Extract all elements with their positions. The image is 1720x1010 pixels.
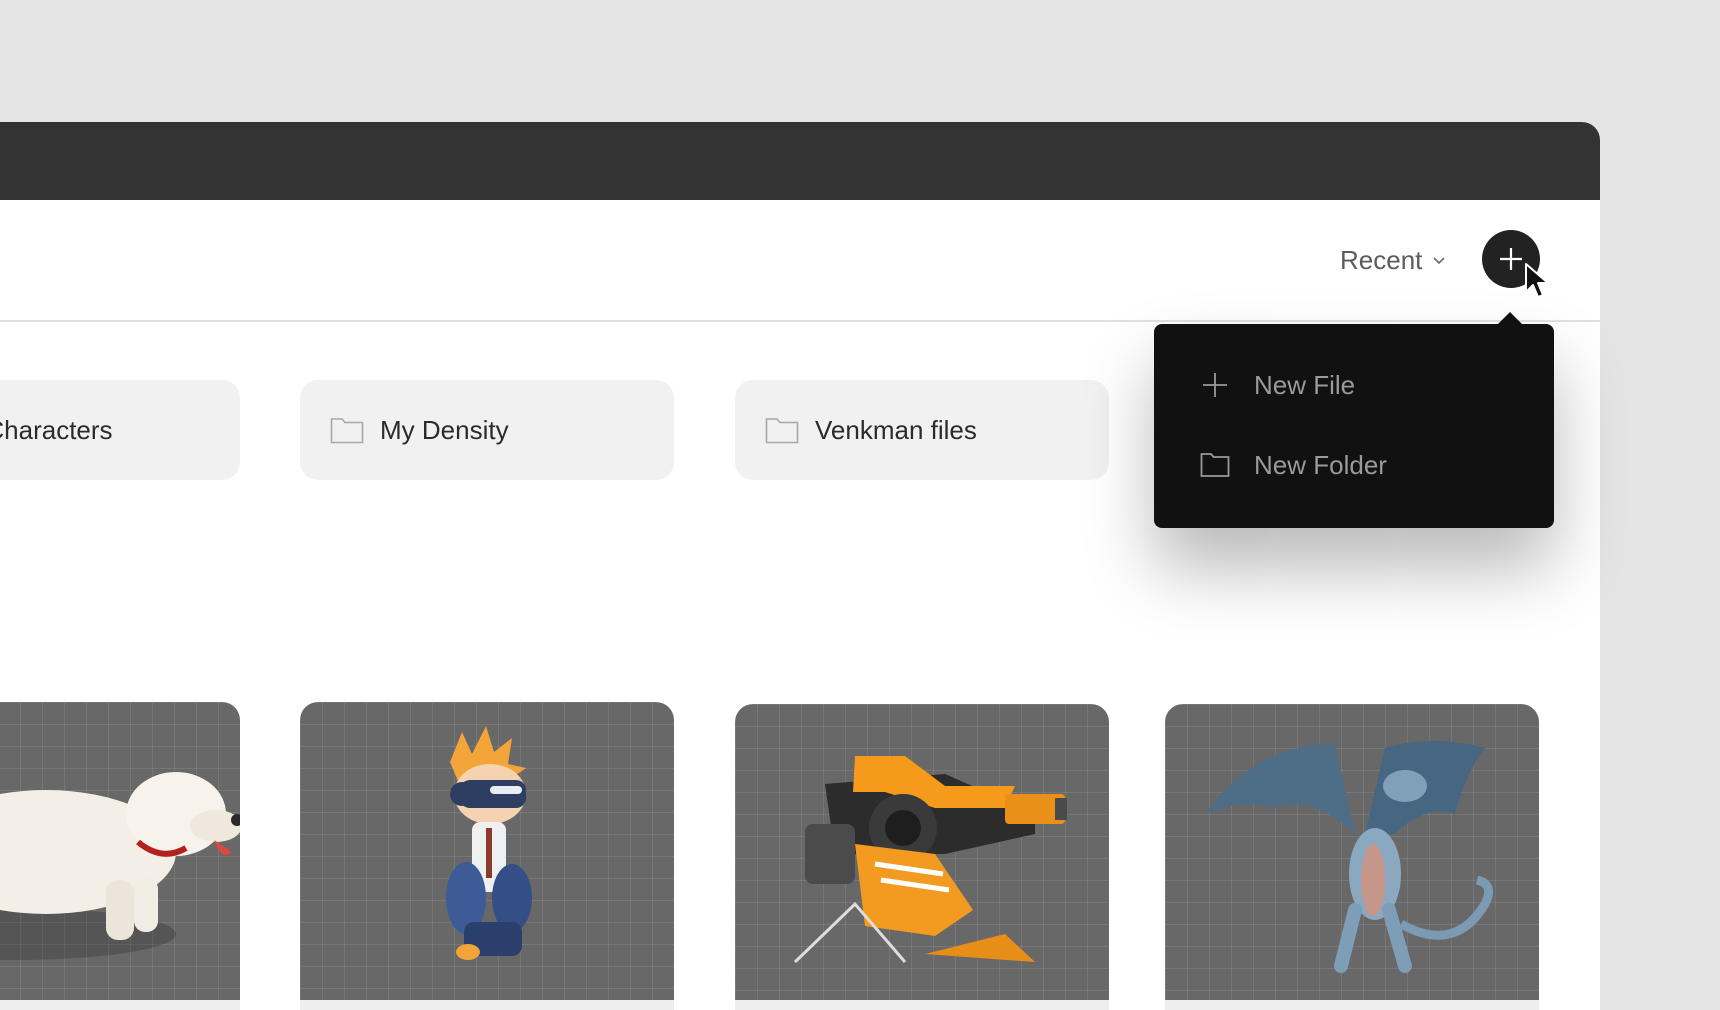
kid-preview: [446, 726, 532, 960]
menu-item-new-folder[interactable]: New Folder: [1154, 430, 1554, 500]
dog-preview: [0, 772, 240, 960]
folder-label: My Density: [380, 414, 509, 445]
toolbar: Recent: [0, 200, 1600, 322]
plus-icon: [1500, 248, 1522, 270]
chevron-down-icon: [1433, 257, 1445, 265]
app-window: Recent Sample Characters My Density Venk…: [0, 122, 1600, 1010]
folder-icon: [1200, 453, 1230, 477]
new-item-menu: New File New Folder: [1154, 312, 1554, 528]
plus-icon: [1203, 373, 1227, 397]
folder-label: Sample Characters: [0, 414, 113, 445]
thumbnail-footer: [735, 1000, 1109, 1010]
menu-caret: [1497, 312, 1523, 325]
folder-label: Venkman files: [815, 414, 977, 445]
title-bar: [0, 122, 1600, 200]
folder-card[interactable]: My Density: [300, 380, 674, 480]
file-thumbnail-dog[interactable]: [0, 702, 240, 1010]
thumbnail-footer: [300, 1000, 674, 1010]
folder-card[interactable]: Sample Characters: [0, 380, 240, 480]
dragon-preview: [1205, 741, 1494, 973]
menu-item-label: New File: [1254, 369, 1356, 400]
mech-preview: [793, 756, 1067, 964]
thumbnail-footer: [1165, 1000, 1539, 1010]
sort-dropdown[interactable]: Recent: [1340, 240, 1446, 280]
mouse-cursor-icon: [1525, 263, 1549, 298]
file-thumbnail-dragon[interactable]: [1165, 704, 1539, 1010]
folder-icon: [330, 418, 364, 444]
menu-item-label: New Folder: [1254, 449, 1387, 480]
thumbnail-footer: [0, 1000, 240, 1010]
file-thumbnail-mech[interactable]: [735, 704, 1109, 1010]
sort-label: Recent: [1340, 244, 1423, 275]
folder-card[interactable]: Venkman files: [735, 380, 1109, 480]
menu-item-new-file[interactable]: New File: [1154, 350, 1554, 420]
file-thumbnail-kid[interactable]: [300, 702, 674, 1010]
folder-icon: [765, 418, 799, 444]
